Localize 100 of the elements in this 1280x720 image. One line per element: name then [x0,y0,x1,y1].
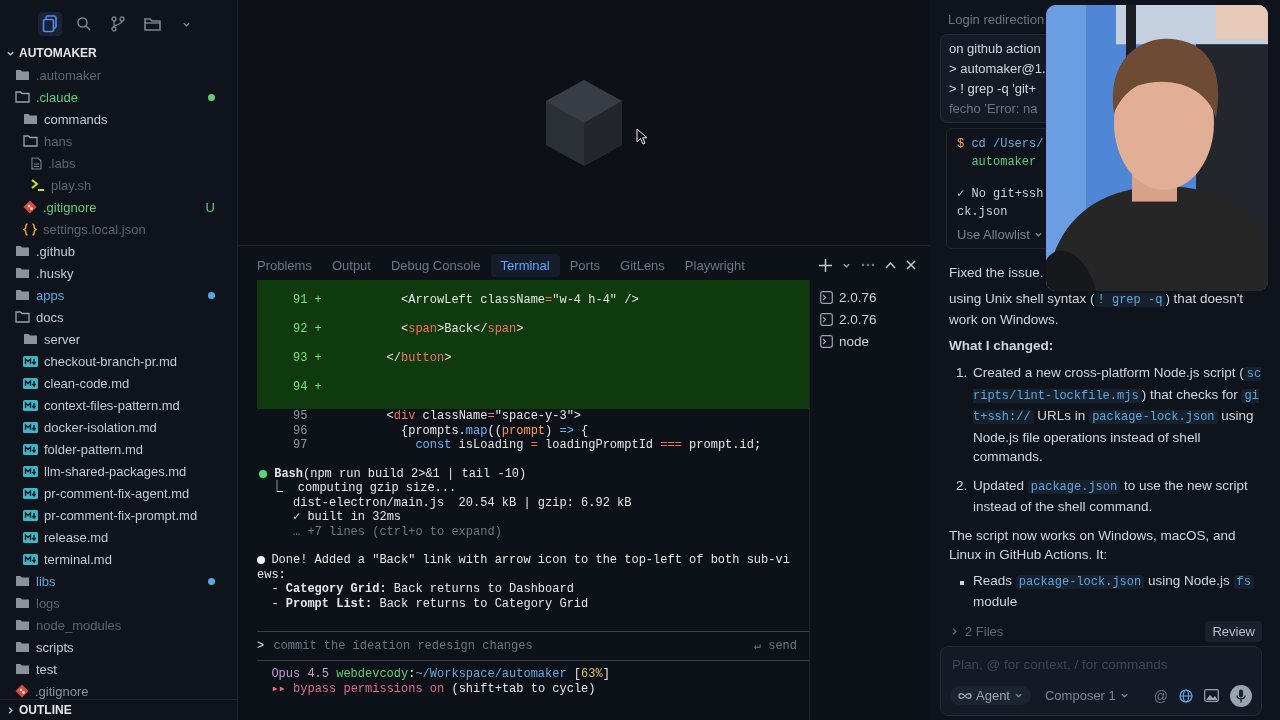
line-number: 91 [292,293,308,308]
terminal-icon [820,334,833,348]
file-item[interactable]: llm-shared-packages.md [23,463,215,479]
explorer-title[interactable]: AUTOMAKER [19,46,97,60]
folder-icon [143,17,161,31]
line-number: 93 [292,351,308,366]
mention-button[interactable]: @ [1153,687,1168,704]
file-item[interactable]: checkout-branch-pr.md [23,353,215,369]
diamond-icon [23,200,37,214]
cube-logo-icon [544,77,624,168]
toolbar-button[interactable] [38,12,62,36]
file-item[interactable]: pr-comment-fix-agent.md [23,485,215,501]
folder-item[interactable]: apps [15,287,208,303]
markdown-icon [23,487,38,499]
panel-tab[interactable]: Terminal [490,253,560,277]
close-icon[interactable] [906,260,916,270]
file-item[interactable]: release.md [23,529,215,545]
more-icon[interactable] [861,263,875,267]
mode-dropdown[interactable]: Agent [950,686,1031,705]
markdown-icon [23,531,38,543]
microphone-icon [1236,688,1246,703]
folder-item[interactable]: .github [15,243,215,259]
list-item-text: Reads package-lock.json using Node.js fs module [973,570,1262,612]
terminal-icon [820,290,833,304]
prompt-symbol: > [257,638,265,654]
file-item[interactable]: .gitignore [15,683,215,699]
line-number: 95 [292,409,308,424]
line-number: 92 [292,322,308,337]
code-line: <ArrowLeft className="w-4 h-4" /> [400,293,639,308]
code-line: {prompts.map((prompt) => { [400,423,589,438]
file-item[interactable]: .gitignore [23,199,206,215]
outline-title[interactable]: OUTLINE [19,703,72,717]
chevron-icon[interactable] [6,705,15,715]
folder-item[interactable]: .husky [15,265,215,281]
file-item[interactable]: clean-code.md [23,375,215,391]
markdown-icon [23,509,38,521]
folder-item[interactable]: commands [23,111,215,127]
message-line: - Category Grid: Back returns to Dashboard [270,582,575,597]
code-line: </button> [385,351,452,366]
code-line: const isLoading = loadingPromptId === prompt.id; [414,438,762,453]
markdown-icon [23,443,38,455]
search-icon [76,16,92,32]
send-hint: ↵ send [753,638,797,654]
panel-tab[interactable]: Output [321,253,381,277]
folder-item[interactable]: docs [15,309,215,325]
image-icon[interactable] [1204,689,1219,702]
markdown-icon [23,399,38,411]
folder-item[interactable]: test [15,661,215,677]
microphone-button[interactable] [1230,684,1252,707]
panel-tab[interactable]: GitLens [610,253,675,277]
panel-tab[interactable]: Debug Console [380,253,491,277]
answer-paragraph: The script now works on Windows, macOS, and Linux in GitHub Actions. It: [949,526,1237,564]
diff-marker: + [314,293,322,308]
chevron-icon [1014,691,1023,700]
code-line: <div className="space-y-3"> [385,409,582,424]
pointer-icon [636,128,648,145]
model-dropdown[interactable]: Composer 1 [1039,687,1135,704]
list-item-text: Created a new cross-platform Node.js script ( scripts/lint-lockfile.mjs ) that checks for git+ssh:// URLs in package-lock.json using Node.js file operations instead of shell commands. [973,364,1262,466]
diamond-icon [15,684,29,698]
terminal-item[interactable]: 2.0.76 [820,308,930,330]
terminal-item[interactable]: 2.0.76 [820,286,930,308]
chevron-icon [1033,230,1043,239]
panel-tab[interactable]: Problems [247,253,322,277]
add-icon[interactable] [819,258,832,272]
branch-icon [110,16,126,32]
file-item[interactable]: docker-isolation.md [23,419,215,435]
folder-item[interactable]: .claude [15,89,208,105]
file-item[interactable]: folder-pattern.md [23,441,215,457]
review-button[interactable]: Review [1205,621,1262,642]
answer-paragraph: using Unix shell syntax ( ! grep -q ) that doesn't work on Windows. [949,289,1244,329]
folder-item[interactable]: server [23,331,215,347]
prompt-input[interactable]: commit the ideation redesign changes [271,637,747,655]
diff-marker: + [314,380,322,395]
list-number: 1. [956,364,968,382]
allowlist-button[interactable]: Use Allowlist [957,227,1043,242]
user-message: on github action > automaker@1. > ! grep -q 'git+ fecho 'Error: na [940,34,1048,123]
output-line: … +7 lines (ctrl+o to expand) [292,524,503,539]
markdown-icon [23,421,38,433]
answer-paragraph: Fixed the issue. [949,264,1045,282]
panel-tab[interactable]: Playwright [674,253,755,277]
answer-heading: What I changed: [949,336,1055,355]
terminal-icon [820,312,833,326]
chevron-icon [1119,691,1129,700]
folder-item[interactable]: scripts [15,639,215,655]
file-item[interactable]: pr-comment-fix-prompt.md [23,507,215,523]
file-item[interactable]: terminal.md [23,551,215,567]
list-item-text: Updated package.json to use the new script instead of the shell command. [973,476,1249,516]
line-number: 96 [292,423,308,438]
chat-title: Login redirection [947,12,1046,29]
file-item[interactable]: context-files-pattern.md [23,397,215,413]
output-line: ✓ built in 32ms [292,510,403,525]
braces-icon [23,222,37,236]
maximize-icon[interactable] [885,261,896,269]
panel-tab[interactable]: Ports [559,253,611,277]
globe-icon[interactable] [1179,688,1193,703]
bullet-icon [960,580,964,585]
message-text: Done! Added a "Back" link with arrow icon to the top-left of both sub-views: [257,553,790,582]
message-line: - Prompt List: Back returns to Category Grid [270,596,590,611]
folder-item[interactable]: libs [15,573,208,589]
terminal-item[interactable]: node [820,330,930,352]
